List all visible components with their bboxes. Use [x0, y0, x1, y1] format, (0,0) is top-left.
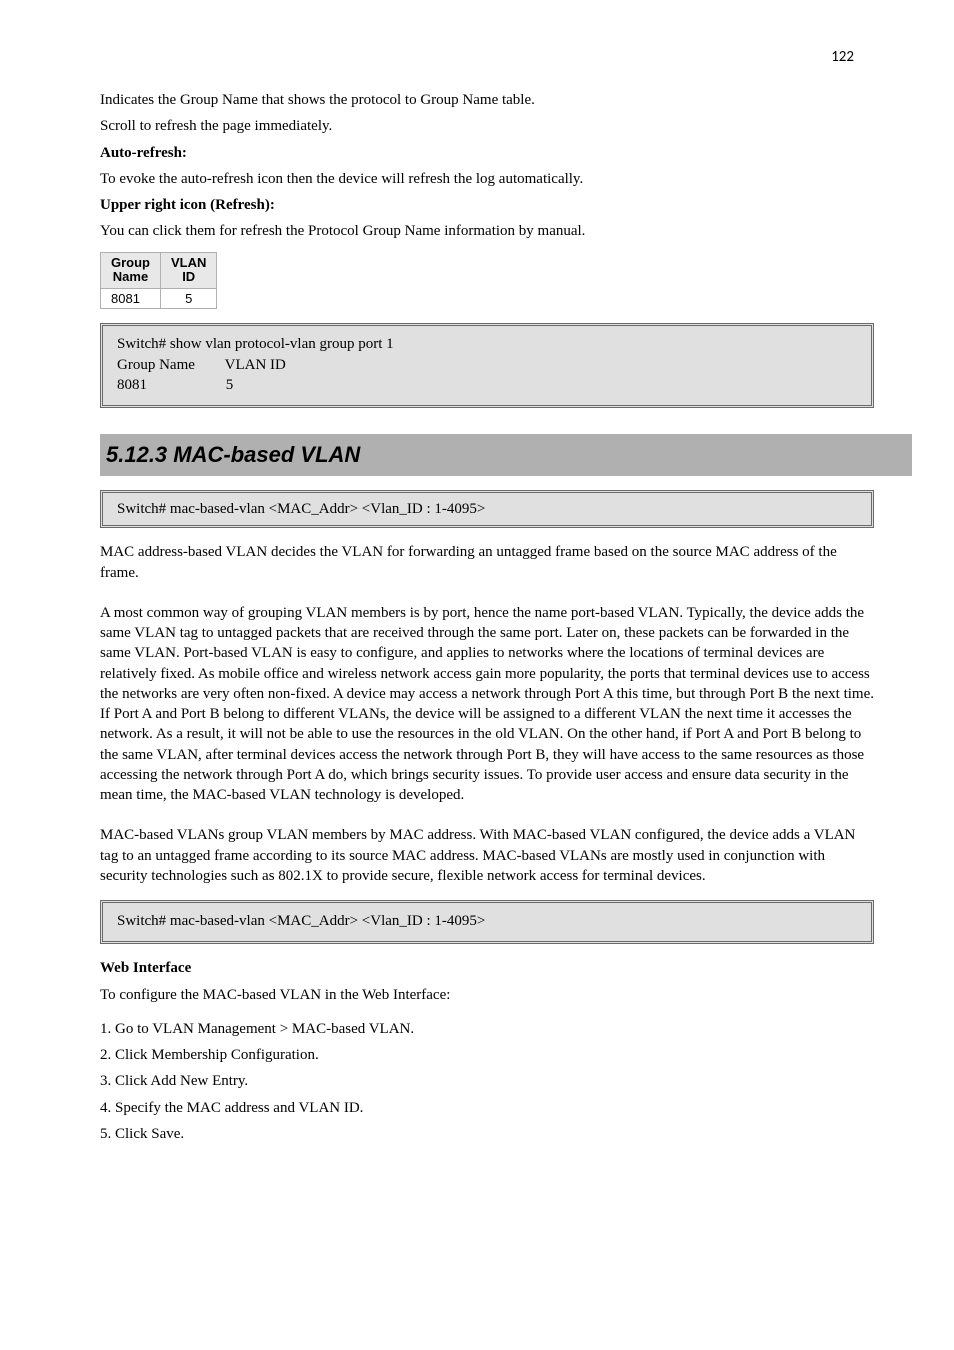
step-2: 2. Click Membership Configuration. — [100, 1045, 874, 1065]
cli-line: 8081 5 — [117, 375, 857, 395]
cli-command-box-2: Switch# mac-based-vlan <MAC_Addr> <Vlan_… — [100, 490, 874, 528]
paragraph-scroll-refresh: Scroll to refresh the page immediately. — [100, 116, 874, 136]
paragraph-mac-vlan-intro: MAC address-based VLAN decides the VLAN … — [100, 542, 874, 583]
col-header-group-name: GroupName — [101, 252, 161, 289]
step-1: 1. Go to VLAN Management > MAC-based VLA… — [100, 1019, 874, 1039]
table-row: 8081 5 — [101, 289, 217, 309]
page-number: 122 — [831, 48, 854, 66]
cli-output-box-1: Switch# show vlan protocol-vlan group po… — [100, 323, 874, 408]
section-heading-mac-based-vlan: 5.12.3 MAC-based VLAN — [100, 434, 912, 476]
step-4: 4. Specify the MAC address and VLAN ID. — [100, 1098, 874, 1118]
group-vlan-table: GroupName VLANID 8081 5 — [100, 252, 217, 310]
step-5: 5. Click Save. — [100, 1124, 874, 1144]
cell-group-name: 8081 — [101, 289, 161, 309]
cli-command-box-3: Switch# mac-based-vlan <MAC_Addr> <Vlan_… — [100, 900, 874, 944]
paragraph-auto-refresh-desc: To evoke the auto-refresh icon then the … — [100, 169, 874, 189]
paragraph-mac-vlan-desc2: MAC-based VLANs group VLAN members by MA… — [100, 825, 874, 886]
paragraph-refresh-icon-desc: You can click them for refresh the Proto… — [100, 221, 874, 241]
step-3: 3. Click Add New Entry. — [100, 1071, 874, 1091]
paragraph-group-name-desc: Indicates the Group Name that shows the … — [100, 90, 874, 110]
cli-line: Switch# mac-based-vlan <MAC_Addr> <Vlan_… — [117, 499, 857, 519]
cli-line: Group Name VLAN ID — [117, 355, 857, 375]
cli-line: Switch# mac-based-vlan <MAC_Addr> <Vlan_… — [117, 911, 857, 931]
heading-web-interface: Web Interface — [100, 958, 874, 978]
col-header-vlan-id: VLANID — [161, 252, 217, 289]
heading-auto-refresh: Auto-refresh: — [100, 143, 874, 163]
cell-vlan-id: 5 — [161, 289, 217, 309]
paragraph-mac-vlan-detail: A most common way of grouping VLAN membe… — [100, 603, 874, 806]
paragraph-web-intro: To configure the MAC-based VLAN in the W… — [100, 985, 874, 1005]
cli-line: Switch# show vlan protocol-vlan group po… — [117, 334, 857, 354]
heading-refresh-icon: Upper right icon (Refresh): — [100, 195, 874, 215]
